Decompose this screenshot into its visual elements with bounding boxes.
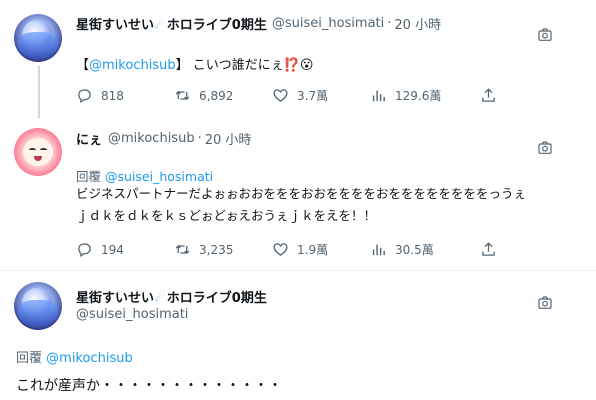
retweet-icon — [175, 245, 190, 254]
avatar-art — [40, 148, 47, 152]
reply-target-link[interactable]: @mikochisub — [46, 351, 133, 366]
camera-icon[interactable] — [537, 140, 553, 156]
timestamp[interactable]: 20 小時 — [205, 129, 252, 148]
reply-icon — [78, 243, 91, 258]
views-count: 129.6萬 — [395, 89, 442, 103]
bracket-close: 】 — [175, 58, 189, 73]
heart-icon — [273, 89, 288, 102]
handle[interactable]: @mikochisub — [108, 131, 195, 146]
tweet-body: これが産声か・・・・・・・・・・・・・ — [16, 378, 282, 394]
tweet-handle-row: @suisei_hosimati — [76, 307, 188, 322]
action-bar: 818 6,892 3.7萬 129.6萬 — [76, 87, 497, 104]
heart-icon — [273, 243, 288, 256]
retweet-button[interactable]: 6,892 — [174, 87, 272, 104]
avatar[interactable] — [14, 14, 62, 62]
views-icon — [372, 244, 385, 256]
views-button[interactable]: 129.6萬 — [370, 87, 480, 104]
display-name[interactable]: にぇ — [76, 129, 102, 148]
retweet-button[interactable]: 3,235 — [174, 241, 272, 258]
reply-context: 回覆 @suisei_hosimati — [76, 166, 213, 185]
reply-prefix: 回覆 — [16, 351, 43, 366]
tweet-header: にぇ @mikochisub · 20 小時 — [76, 129, 251, 148]
share-button[interactable] — [480, 87, 497, 104]
share-icon — [482, 242, 495, 256]
timestamp[interactable]: 20 小時 — [394, 14, 441, 33]
bracket-open: 【 — [76, 58, 90, 73]
display-name[interactable]: 星街すいせい — [76, 14, 154, 33]
dot-separator: · — [197, 131, 202, 146]
divider — [0, 270, 596, 271]
avatar-art — [18, 300, 58, 326]
avatar[interactable] — [14, 128, 62, 176]
emoji: ⁉️😮 — [283, 58, 314, 73]
retweet-icon — [175, 91, 190, 100]
avatar-art — [18, 32, 58, 58]
reply-button[interactable]: 818 — [76, 87, 174, 104]
like-count: 3.7萬 — [297, 89, 329, 103]
action-bar: 194 3,235 1.9萬 30.5萬 — [76, 241, 497, 258]
comet-icon: ☄ — [155, 289, 166, 304]
reply-context: 回覆 @mikochisub — [16, 347, 133, 366]
share-icon — [482, 88, 495, 102]
views-count: 30.5萬 — [395, 243, 434, 257]
dot-separator: · — [387, 16, 392, 31]
camera-icon[interactable] — [537, 295, 553, 311]
tweet-body-line-2: ｊｄｋをｄｋをｋｓどぉどぉえおうぇｊｋをえを！！ — [76, 208, 377, 223]
tweet-text: こいつ誰だにぇ — [192, 58, 284, 73]
reply-count: 818 — [101, 88, 124, 103]
display-name-suffix[interactable]: ホロライブ0期生 — [167, 14, 267, 33]
like-button[interactable]: 3.7萬 — [272, 87, 370, 104]
avatar[interactable] — [14, 282, 62, 330]
tweet-header: 星街すいせい ☄ ホロライブ0期生 — [76, 287, 267, 307]
retweet-count: 6,892 — [199, 88, 234, 103]
reply-button[interactable]: 194 — [76, 241, 174, 258]
reply-count: 194 — [101, 242, 124, 257]
avatar-art — [23, 138, 53, 166]
like-count: 1.9萬 — [297, 243, 329, 257]
tweet-body-line-1: ビジネスパートナーだよぉぉおおをををおおををををおををををををををっうぇ — [76, 186, 527, 201]
thread-line — [38, 66, 40, 118]
reply-icon — [78, 89, 91, 104]
views-icon — [372, 90, 385, 102]
handle[interactable]: @suisei_hosimati — [76, 307, 188, 322]
avatar-art — [29, 148, 36, 152]
mention-link[interactable]: @mikochisub — [89, 58, 176, 73]
display-name-suffix[interactable]: ホロライブ0期生 — [167, 287, 267, 306]
views-button[interactable]: 30.5萬 — [370, 241, 480, 258]
handle[interactable]: @suisei_hosimati — [272, 16, 384, 31]
display-name[interactable]: 星街すいせい — [76, 287, 154, 306]
like-button[interactable]: 1.9萬 — [272, 241, 370, 258]
tweet-body: 【@mikochisub】 こいつ誰だにぇ⁉️😮 — [76, 56, 314, 76]
camera-icon[interactable] — [537, 27, 553, 43]
tweet-header: 星街すいせい ☄ ホロライブ0期生 @suisei_hosimati · 20 … — [76, 14, 441, 33]
comet-icon: ☄ — [155, 16, 166, 31]
reply-target-link[interactable]: @suisei_hosimati — [105, 169, 213, 184]
retweet-count: 3,235 — [199, 242, 234, 257]
share-button[interactable] — [480, 241, 497, 258]
reply-prefix: 回覆 — [76, 169, 102, 184]
